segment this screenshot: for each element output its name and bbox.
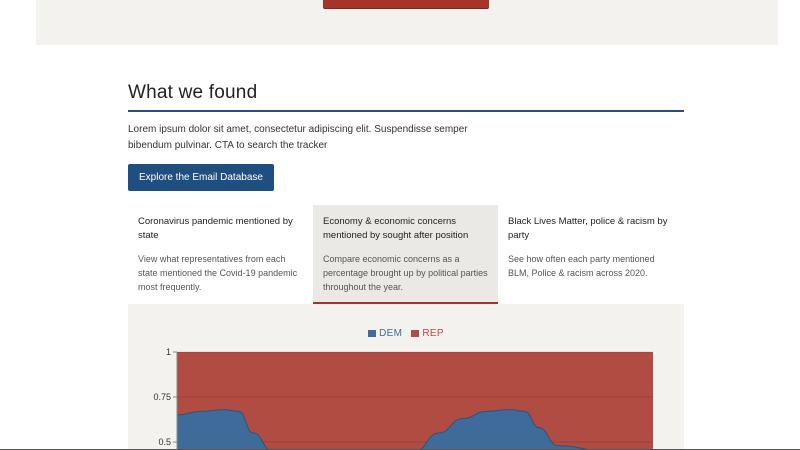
tab-description: View what representatives from each stat… — [138, 254, 298, 292]
tab-description: Compare economic concerns as a percentag… — [323, 254, 488, 292]
topic-tabs: Coronavirus pandemic mentioned by state … — [128, 205, 684, 305]
tab-title: Coronavirus pandemic mentioned by state — [138, 216, 293, 241]
tab-coronavirus[interactable]: Coronavirus pandemic mentioned by state … — [128, 205, 313, 304]
what-we-found-section: What we found Lorem ipsum dolor sit amet… — [128, 80, 684, 191]
area-chart: 1 0.75 0.5 — [153, 347, 653, 450]
tab-economy[interactable]: Economy & economic concerns mentioned by… — [313, 205, 498, 304]
title-divider — [128, 110, 684, 112]
chart-panel: DEM REP 1 0.75 0.5 — [128, 304, 684, 450]
tab-description: See how often each party mentioned BLM, … — [508, 254, 655, 278]
y-tick-label: 1 — [166, 347, 171, 357]
hero-button[interactable] — [323, 0, 489, 9]
explore-email-database-button[interactable]: Explore the Email Database — [128, 164, 274, 191]
tab-blm[interactable]: Black Lives Matter, police & racism by p… — [498, 205, 683, 304]
tab-title: Economy & economic concerns mentioned by… — [323, 216, 469, 241]
section-description: Lorem ipsum dolor sit amet, consectetur … — [128, 124, 468, 151]
section-title: What we found — [128, 82, 258, 103]
y-tick-label: 0.5 — [158, 437, 171, 447]
y-tick-label: 0.75 — [153, 392, 171, 402]
tab-title: Black Lives Matter, police & racism by p… — [508, 216, 668, 241]
